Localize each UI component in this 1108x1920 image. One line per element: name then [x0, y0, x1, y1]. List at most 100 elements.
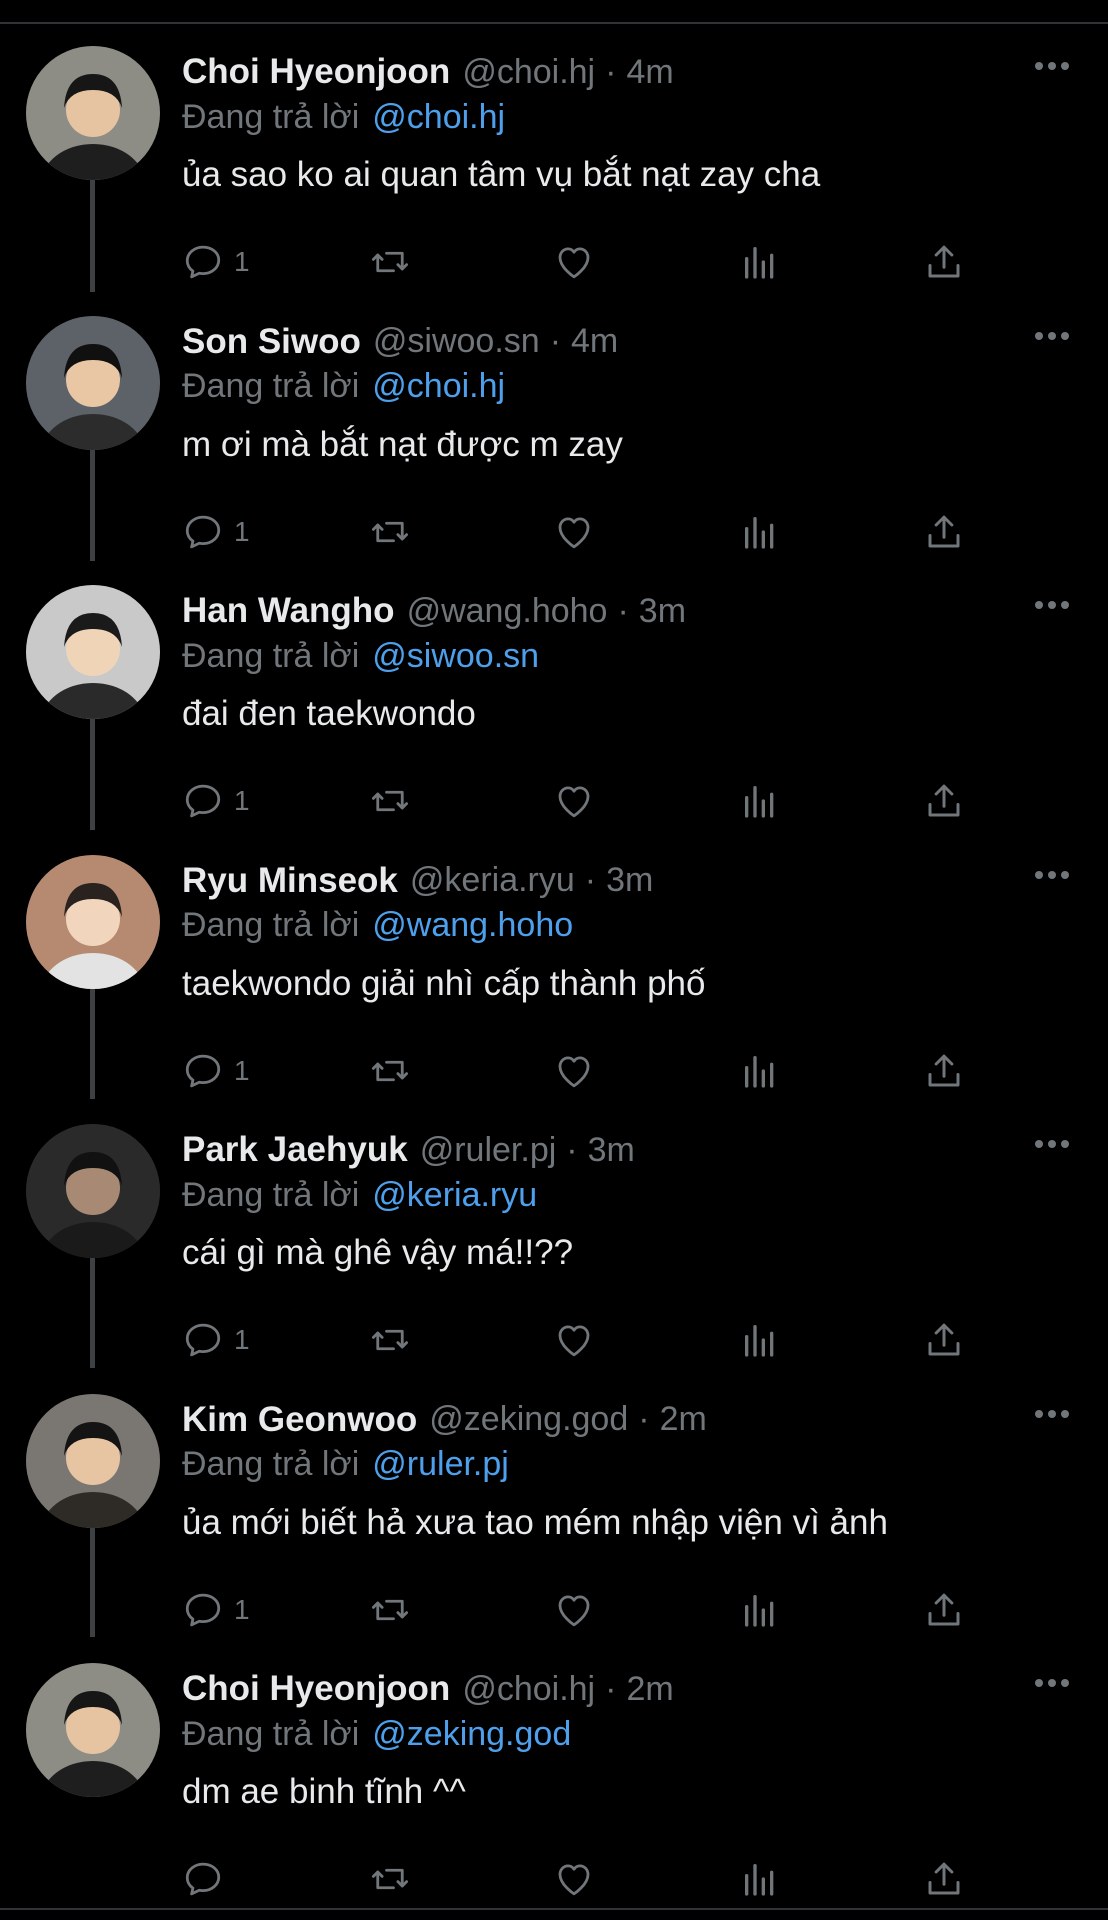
username[interactable]: @wang.hoho	[407, 592, 608, 631]
tweet[interactable]: Park Jaehyuk @ruler.pj · 3m Đang trả lời…	[0, 1104, 1108, 1373]
reply-button[interactable]: 1	[182, 1312, 250, 1368]
display-name[interactable]: Choi Hyeonjoon	[182, 1669, 450, 1709]
more-options-button[interactable]	[1034, 326, 1070, 346]
tweet-actions	[0, 1851, 1108, 1907]
like-button[interactable]	[553, 504, 595, 560]
reply-button[interactable]	[182, 1851, 234, 1907]
views-button[interactable]	[740, 1582, 780, 1638]
timestamp[interactable]: 2m	[626, 1670, 673, 1709]
tweet[interactable]: Choi Hyeonjoon @choi.hj · 2m Đang trả lờ…	[0, 1643, 1108, 1912]
retweet-icon	[371, 1060, 409, 1081]
tweet-header: Choi Hyeonjoon @choi.hj · 2m	[182, 1665, 674, 1713]
reply-button[interactable]: 1	[182, 773, 250, 829]
display-name[interactable]: Ryu Minseok	[182, 861, 398, 901]
display-name[interactable]: Han Wangho	[182, 591, 395, 631]
display-name[interactable]: Choi Hyeonjoon	[182, 52, 450, 92]
views-button[interactable]	[740, 1043, 780, 1099]
timestamp[interactable]: 3m	[588, 1131, 635, 1170]
more-options-button[interactable]	[1034, 865, 1070, 885]
retweet-button[interactable]	[368, 1312, 412, 1368]
like-button[interactable]	[553, 773, 595, 829]
tweet-header: Choi Hyeonjoon @choi.hj · 4m	[182, 48, 674, 96]
like-icon	[558, 247, 590, 279]
username[interactable]: @zeking.god	[429, 1400, 628, 1439]
retweet-button[interactable]	[368, 1582, 412, 1638]
views-button[interactable]	[740, 773, 780, 829]
like-button[interactable]	[553, 1312, 595, 1368]
replying-to-mention[interactable]: @zeking.god	[372, 1715, 571, 1754]
share-button[interactable]	[923, 1043, 965, 1099]
avatar[interactable]	[26, 1124, 160, 1258]
username[interactable]: @choi.hj	[462, 1670, 595, 1709]
display-name[interactable]: Kim Geonwoo	[182, 1400, 417, 1440]
tweet[interactable]: Ryu Minseok @keria.ryu · 3m Đang trả lời…	[0, 835, 1108, 1104]
like-button[interactable]	[553, 1043, 595, 1099]
more-options-button[interactable]	[1034, 56, 1070, 76]
more-options-button[interactable]	[1034, 595, 1070, 615]
timestamp[interactable]: 3m	[639, 592, 686, 631]
avatar[interactable]	[26, 46, 160, 180]
replying-to-label: Đang trả lời	[182, 1714, 360, 1753]
timestamp[interactable]: 4m	[626, 53, 673, 92]
replying-to-label: Đang trả lời	[182, 97, 360, 136]
replying-to-mention[interactable]: @ruler.pj	[372, 1445, 509, 1484]
like-button[interactable]	[553, 1851, 595, 1907]
reply-button[interactable]: 1	[182, 1582, 250, 1638]
username[interactable]: @siwoo.sn	[373, 322, 540, 361]
timestamp[interactable]: 3m	[606, 861, 653, 900]
replying-to-mention[interactable]: @siwoo.sn	[372, 637, 539, 676]
share-button[interactable]	[923, 234, 965, 290]
share-button[interactable]	[923, 773, 965, 829]
avatar[interactable]	[26, 1393, 160, 1528]
display-name[interactable]: Son Siwoo	[182, 322, 361, 362]
like-button[interactable]	[553, 234, 595, 290]
retweet-button[interactable]	[368, 234, 412, 290]
views-button[interactable]	[740, 1312, 780, 1368]
replying-to-mention[interactable]: @keria.ryu	[372, 1176, 537, 1215]
tweet[interactable]: Kim Geonwoo @zeking.god · 2m Đang trả lờ…	[0, 1374, 1108, 1643]
reply-button[interactable]: 1	[182, 504, 250, 560]
share-button[interactable]	[923, 1582, 965, 1638]
tweet[interactable]: Han Wangho @wang.hoho · 3m Đang trả lời …	[0, 565, 1108, 834]
display-name[interactable]: Park Jaehyuk	[182, 1130, 408, 1170]
username[interactable]: @choi.hj	[462, 53, 595, 92]
tweet-actions: 1	[0, 773, 1108, 829]
views-button[interactable]	[740, 234, 780, 290]
views-button[interactable]	[740, 1851, 780, 1907]
username[interactable]: @ruler.pj	[420, 1131, 557, 1170]
timestamp[interactable]: 2m	[660, 1400, 707, 1439]
username[interactable]: @keria.ryu	[410, 861, 575, 900]
avatar[interactable]	[26, 315, 160, 450]
avatar[interactable]	[26, 585, 160, 719]
retweet-button[interactable]	[368, 773, 412, 829]
share-button[interactable]	[923, 504, 965, 560]
retweet-button[interactable]	[368, 1851, 412, 1907]
separator-dot: ·	[566, 1130, 578, 1169]
reply-icon	[185, 1862, 221, 1896]
replying-to-mention[interactable]: @choi.hj	[372, 367, 505, 406]
like-button[interactable]	[553, 1582, 595, 1638]
share-icon	[928, 1323, 960, 1356]
retweet-button[interactable]	[368, 1043, 412, 1099]
replying-to-mention[interactable]: @choi.hj	[372, 98, 505, 137]
tweet[interactable]: Choi Hyeonjoon @choi.hj · 4m Đang trả lờ…	[0, 26, 1108, 295]
views-button[interactable]	[740, 504, 780, 560]
reply-button[interactable]: 1	[182, 1043, 250, 1099]
reply-icon	[185, 784, 221, 818]
share-button[interactable]	[923, 1312, 965, 1368]
avatar[interactable]	[26, 1663, 160, 1797]
share-button[interactable]	[923, 1851, 965, 1907]
avatar-image	[26, 585, 160, 719]
replying-to-mention[interactable]: @wang.hoho	[372, 906, 573, 945]
reply-button[interactable]: 1	[182, 234, 250, 290]
more-options-button[interactable]	[1034, 1134, 1070, 1154]
avatar[interactable]	[26, 854, 160, 989]
retweet-button[interactable]	[368, 504, 412, 560]
tweet-actions: 1	[0, 1043, 1108, 1099]
tweet-text: đai đen taekwondo	[182, 694, 476, 733]
reply-count: 1	[234, 785, 250, 816]
tweet[interactable]: Son Siwoo @siwoo.sn · 4m Đang trả lời @c…	[0, 296, 1108, 565]
more-options-button[interactable]	[1034, 1404, 1070, 1424]
more-options-button[interactable]	[1034, 1673, 1070, 1693]
timestamp[interactable]: 4m	[571, 322, 618, 361]
